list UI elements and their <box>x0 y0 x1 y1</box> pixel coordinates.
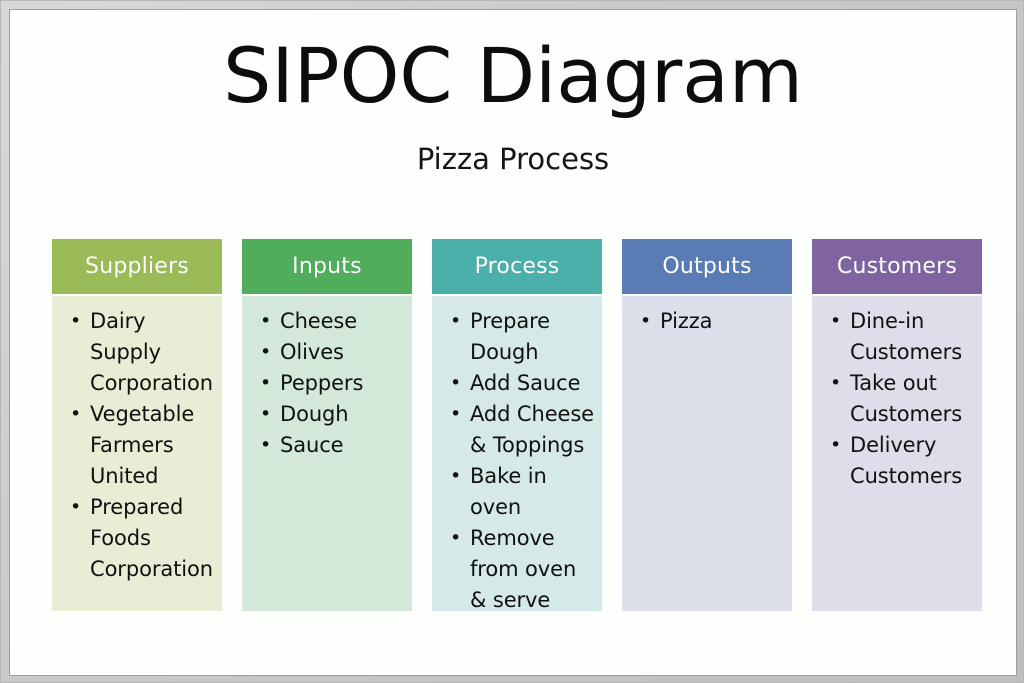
list-item: Dine-in Customers <box>828 306 976 368</box>
page-subtitle: Pizza Process <box>416 142 610 176</box>
sipoc-column-suppliers: Suppliers Dairy Supply CorporationVegetab… <box>52 239 222 611</box>
page-title: SIPOC Diagram <box>223 31 803 120</box>
list-item: Prepared Foods Corporation <box>68 492 216 585</box>
list-item: Take out Customers <box>828 368 976 430</box>
list-item: Prepare Dough <box>448 306 596 368</box>
column-body-process: Prepare DoughAdd SauceAdd Cheese & Toppi… <box>432 296 602 611</box>
column-header-inputs: Inputs <box>242 239 412 294</box>
list-item: Delivery Customers <box>828 430 976 492</box>
list-item: Dairy Supply Corporation <box>68 306 216 399</box>
list-item: Peppers <box>258 368 406 399</box>
list-item: Cheese <box>258 306 406 337</box>
list-item: Vegetable Farmers United <box>68 399 216 492</box>
sipoc-column-outputs: Outputs Pizza <box>622 239 792 611</box>
column-header-outputs: Outputs <box>622 239 792 294</box>
sipoc-column-process: Process Prepare DoughAdd SauceAdd Cheese … <box>432 239 602 611</box>
image-frame: SIPOC Diagram Pizza Process Suppliers Dai… <box>0 0 1024 683</box>
slide-canvas: SIPOC Diagram Pizza Process Suppliers Dai… <box>9 9 1017 676</box>
column-body-outputs: Pizza <box>622 296 792 611</box>
list-item: Remove from oven & serve <box>448 523 596 611</box>
column-list-suppliers: Dairy Supply CorporationVegetable Farmer… <box>58 306 216 585</box>
list-item: Sauce <box>258 430 406 461</box>
column-body-customers: Dine-in CustomersTake out CustomersDeliv… <box>812 296 982 611</box>
list-item: Dough <box>258 399 406 430</box>
column-header-suppliers: Suppliers <box>52 239 222 294</box>
list-item: Pizza <box>638 306 786 337</box>
list-item: Bake in oven <box>448 461 596 523</box>
sipoc-columns: Suppliers Dairy Supply CorporationVegetab… <box>52 239 984 611</box>
column-list-inputs: CheeseOlivesPeppersDoughSauce <box>248 306 406 461</box>
column-header-process: Process <box>432 239 602 294</box>
list-item: Add Cheese & Toppings <box>448 399 596 461</box>
list-item: Add Sauce <box>448 368 596 399</box>
column-header-customers: Customers <box>812 239 982 294</box>
column-body-inputs: CheeseOlivesPeppersDoughSauce <box>242 296 412 611</box>
column-body-suppliers: Dairy Supply CorporationVegetable Farmer… <box>52 296 222 611</box>
column-list-outputs: Pizza <box>628 306 786 337</box>
column-list-customers: Dine-in CustomersTake out CustomersDeliv… <box>818 306 976 492</box>
sipoc-column-inputs: Inputs CheeseOlivesPeppersDoughSauce <box>242 239 412 611</box>
sipoc-column-customers: Customers Dine-in CustomersTake out Custo… <box>812 239 982 611</box>
column-list-process: Prepare DoughAdd SauceAdd Cheese & Toppi… <box>438 306 596 611</box>
list-item: Olives <box>258 337 406 368</box>
